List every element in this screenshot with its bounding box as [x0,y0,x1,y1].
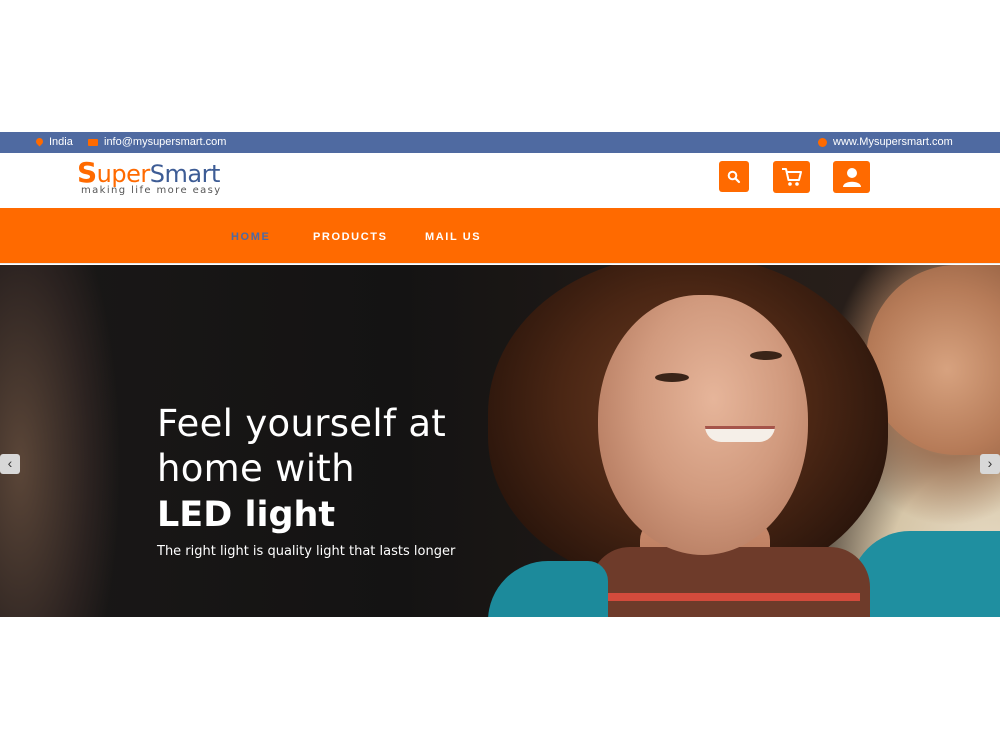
map-pin-icon [36,138,43,148]
user-icon [842,168,861,187]
search-icon [727,170,741,183]
logo-tagline: making life more easy [81,185,222,196]
chevron-right-icon: › [987,455,993,471]
logo-wordmark: SuperSmart [77,156,220,189]
cart-button[interactable] [773,161,810,193]
site-logo[interactable]: SuperSmart making life more easy [77,159,227,203]
hero-headline-line1: Feel yourself at [157,402,447,445]
email-link[interactable]: info@mysupersmart.com [104,136,226,149]
top-info-bar: India info@mysupersmart.com www.Mysupers… [0,132,1000,153]
site-header: SuperSmart making life more easy [0,153,1000,208]
hero-caption: Feel yourself at home with LED light The… [157,401,455,562]
envelope-icon [88,139,98,146]
nav-mail-us[interactable]: MAIL US [425,231,481,243]
slider-next-button[interactable]: › [980,454,1000,474]
nav-home[interactable]: HOME [231,231,270,243]
hero-headline-bold: LED light [157,495,336,535]
location-text: India [49,136,73,148]
hero-subtitle: The right light is quality light that la… [157,544,456,559]
website-link[interactable]: www.Mysupersmart.com [833,136,953,149]
cart-icon [781,168,802,186]
hero-headline-line2: home with [157,447,355,490]
hero-slider: Feel yourself at home with LED light The… [0,265,1000,617]
email-info[interactable]: info@mysupersmart.com [88,136,226,149]
search-button[interactable] [719,161,749,192]
slider-prev-button[interactable]: ‹ [0,454,20,474]
globe-icon [818,138,827,147]
nav-products[interactable]: PRODUCTS [313,231,388,243]
page: India info@mysupersmart.com www.Mysupers… [0,0,1000,750]
location-info: India [36,136,73,149]
account-button[interactable] [833,161,870,193]
website-info[interactable]: www.Mysupersmart.com [818,136,953,149]
main-nav: HOME PRODUCTS MAIL US [0,208,1000,264]
chevron-left-icon: ‹ [7,455,13,471]
